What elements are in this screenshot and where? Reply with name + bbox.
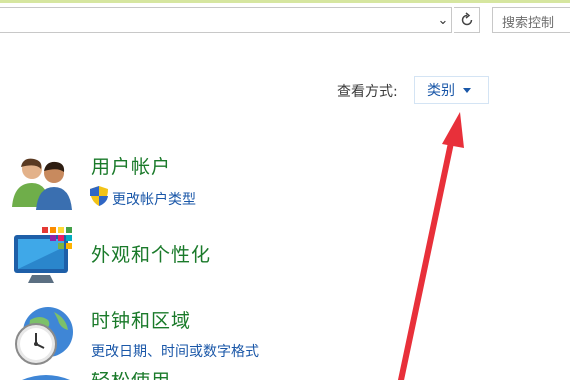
annotation-arrow: [398, 112, 464, 380]
